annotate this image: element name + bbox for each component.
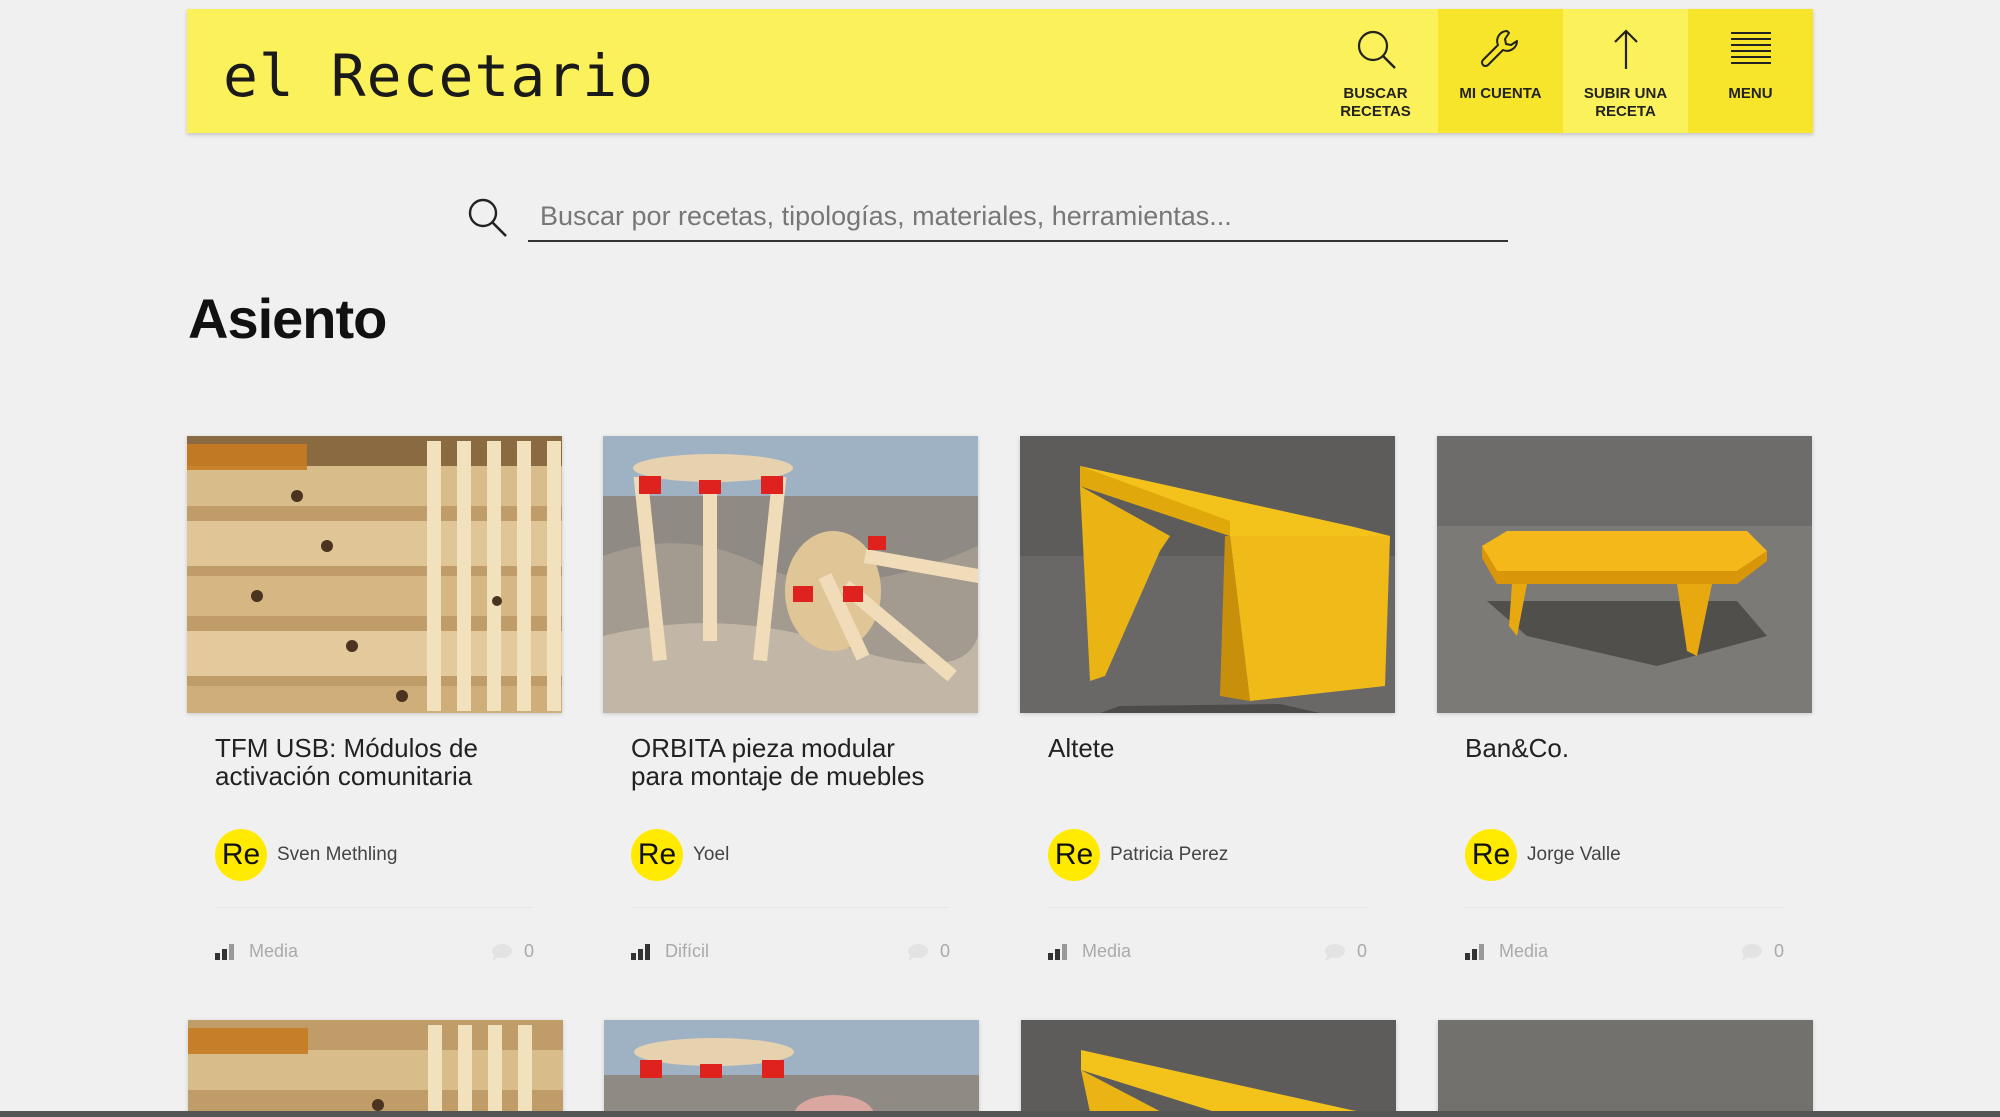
recipe-image (1020, 436, 1395, 713)
recipe-author[interactable]: Re Patricia Perez (1048, 829, 1228, 881)
divider (631, 907, 950, 908)
author-name: Patricia Perez (1110, 844, 1229, 865)
recipe-card[interactable] (1438, 1020, 1813, 1117)
recipe-card[interactable] (1021, 1020, 1396, 1117)
comment-count: 0 (523, 941, 534, 961)
nav-upload-recipe[interactable]: SUBIR UNA RECETA (1563, 9, 1688, 133)
nav-label: MENU (1728, 85, 1773, 102)
recipe-card[interactable] (604, 1020, 979, 1117)
recipe-author[interactable]: Re Yoel (631, 829, 729, 881)
divider (1048, 907, 1367, 908)
comment-count: 0 (1773, 941, 1784, 961)
recipe-card[interactable] (188, 1020, 563, 1117)
recipe-image (1438, 1020, 1813, 1117)
nav-menu[interactable]: MENU (1688, 9, 1813, 133)
recipe-meta: Media 0 (215, 941, 534, 965)
arrow-up-icon (1613, 29, 1638, 69)
recipe-title[interactable]: Ban&Co. (1465, 734, 1784, 762)
recipe-title[interactable]: ORBITA pieza modular para montaje de mue… (631, 734, 950, 790)
main-nav: BUSCAR RECETAS MI CUENTA SUBIR UNA RECET… (1313, 9, 1813, 133)
recipe-card[interactable]: ORBITA pieza modular para montaje de mue… (603, 436, 978, 961)
search-icon (1357, 30, 1396, 69)
nav-label: MI CUENTA (1459, 85, 1542, 102)
site-header: el Recetario BUSCAR RECETAS MI CUENTA SU… (187, 9, 1813, 133)
recipe-title[interactable]: TFM USB: Módulos de activación comunitar… (215, 734, 534, 790)
avatar: Re (1465, 829, 1517, 881)
menu-icon (1730, 32, 1771, 64)
nav-label: BUSCAR RECETAS (1340, 85, 1411, 120)
recipe-author[interactable]: Re Jorge Valle (1465, 829, 1621, 881)
comment-icon (491, 943, 512, 961)
search-input[interactable] (528, 192, 1508, 242)
wrench-icon (1480, 30, 1518, 68)
recipe-meta: Difícil 0 (631, 941, 950, 965)
recipe-card[interactable]: Altete Re Patricia Perez Media 0 (1020, 436, 1395, 961)
window-bottom-edge (0, 1111, 2000, 1117)
difficulty-bars-icon (631, 943, 650, 960)
comment-icon (1324, 943, 1345, 961)
difficulty-bars-icon (1048, 943, 1067, 960)
author-name: Jorge Valle (1527, 844, 1621, 865)
divider (1465, 907, 1784, 908)
nav-label: SUBIR UNA RECETA (1583, 85, 1668, 120)
difficulty-bars-icon (215, 943, 234, 960)
recipe-card[interactable]: TFM USB: Módulos de activación comunitar… (187, 436, 562, 961)
nav-search-recipes[interactable]: BUSCAR RECETAS (1313, 9, 1438, 133)
difficulty-label: Difícil (665, 941, 709, 961)
recipe-image (603, 436, 978, 713)
avatar: Re (1048, 829, 1100, 881)
recipe-image (604, 1020, 979, 1117)
avatar: Re (631, 829, 683, 881)
recipe-meta: Media 0 (1465, 941, 1784, 965)
recipe-card[interactable]: Ban&Co. Re Jorge Valle Media 0 (1437, 436, 1812, 961)
page-title: Asiento (188, 287, 387, 350)
comment-count: 0 (939, 941, 950, 961)
difficulty-label: Media (1499, 941, 1549, 961)
difficulty-bars-icon (1465, 943, 1484, 960)
site-logo[interactable]: el Recetario (223, 47, 654, 105)
recipe-author[interactable]: Re Sven Methling (215, 829, 397, 881)
difficulty-label: Media (249, 941, 299, 961)
difficulty-label: Media (1082, 941, 1132, 961)
recipe-image (187, 436, 562, 713)
comment-icon (1741, 943, 1762, 961)
divider (215, 907, 534, 908)
recipe-image (1021, 1020, 1396, 1117)
author-name: Sven Methling (277, 844, 398, 865)
nav-my-account[interactable]: MI CUENTA (1438, 9, 1563, 133)
avatar: Re (215, 829, 267, 881)
comment-count: 0 (1356, 941, 1367, 961)
recipe-image (188, 1020, 563, 1117)
recipe-title[interactable]: Altete (1048, 734, 1367, 762)
author-name: Yoel (693, 844, 730, 865)
search-icon[interactable] (465, 195, 509, 239)
comment-icon (907, 943, 928, 961)
recipe-meta: Media 0 (1048, 941, 1367, 965)
recipe-image (1437, 436, 1812, 713)
